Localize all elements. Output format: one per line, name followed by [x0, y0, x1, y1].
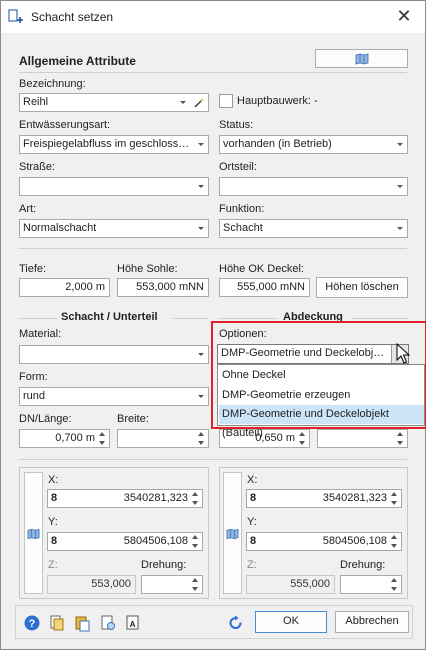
document-view-icon[interactable] [99, 614, 117, 632]
separator [19, 318, 57, 319]
spinner-icon[interactable] [391, 578, 398, 591]
paste-icon[interactable] [73, 614, 91, 632]
drehung-field-left[interactable] [141, 575, 203, 594]
map-icon [226, 528, 239, 540]
art-label: Art: [19, 203, 37, 215]
tiefe-field[interactable]: 2,000 m [19, 278, 110, 297]
form-combo[interactable]: rund [19, 387, 209, 406]
ok-button[interactable]: OK [255, 611, 327, 633]
status-label: Status: [219, 119, 254, 131]
dn-laenge-field[interactable]: 0,700 m [19, 429, 110, 448]
x-field-left[interactable]: 8 3540281,323 [47, 489, 203, 508]
x-field-right[interactable]: 8 3540281,323 [246, 489, 402, 508]
reset-icon[interactable] [227, 614, 245, 632]
help-icon[interactable]: ? [23, 614, 41, 632]
funktion-combo[interactable]: Schacht [219, 219, 408, 238]
chevron-down-icon[interactable] [198, 143, 204, 146]
close-icon[interactable]: ✕ [393, 5, 415, 27]
svg-text:?: ? [29, 618, 36, 630]
spinner-icon[interactable] [99, 432, 106, 445]
breite-field[interactable] [117, 429, 209, 448]
chevron-down-icon[interactable] [397, 143, 403, 146]
coordinate-pick-button-right[interactable] [223, 472, 242, 594]
spinner-icon[interactable] [391, 492, 398, 505]
z-label-right: Z: [247, 559, 257, 571]
drehung-field-right[interactable] [340, 575, 402, 594]
y-field-left[interactable]: 8 5804506,108 [47, 532, 203, 551]
hoehe-deckel-label: Höhe OK Deckel: [219, 263, 304, 275]
hoehen-loeschen-button[interactable]: Höhen löschen [316, 277, 408, 298]
separator [19, 72, 407, 73]
hauptbauwerk-checkbox[interactable] [219, 94, 233, 108]
copy-icon[interactable] [48, 614, 66, 632]
spinner-icon[interactable] [299, 432, 306, 445]
y-label-right: Y: [247, 516, 257, 528]
coordinate-pick-button-left[interactable] [24, 472, 43, 594]
hoehe-sohle-label: Höhe Sohle: [117, 263, 178, 275]
material-combo[interactable] [19, 345, 209, 364]
art-combo[interactable]: Normalschacht [19, 219, 209, 238]
chevron-down-icon[interactable] [180, 101, 186, 104]
bezeichnung-label: Bezeichnung: [19, 78, 86, 90]
ortsteil-label: Ortsteil: [219, 161, 257, 173]
separator [351, 318, 408, 319]
spinner-icon[interactable] [397, 432, 404, 445]
chevron-down-icon[interactable] [198, 353, 204, 356]
entwaesserungsart-combo[interactable]: Freispiegelabfluss im geschlosse... [19, 135, 209, 154]
chevron-down-icon[interactable] [397, 227, 403, 230]
cancel-button[interactable]: Abbrechen [335, 611, 409, 633]
bezeichnung-combo[interactable]: Reihl [19, 93, 209, 112]
app-icon [8, 9, 23, 23]
separator [19, 248, 407, 249]
drehung-label-right: Drehung: [340, 559, 386, 571]
entwaesserungsart-label: Entwässerungsart: [19, 119, 111, 131]
z-label-left: Z: [48, 559, 58, 571]
chevron-down-icon[interactable] [397, 185, 403, 188]
title-bar: Schacht setzen ✕ [1, 1, 425, 33]
abdeckung-breite-field[interactable] [317, 429, 408, 448]
dn-laenge-label: DN/Länge: [19, 413, 72, 425]
map-icon [355, 53, 368, 65]
y-field-right[interactable]: 8 5804506,108 [246, 532, 402, 551]
y-label-left: Y: [48, 516, 58, 528]
hauptbauwerk-label: Hauptbauwerk: - [237, 95, 318, 107]
chevron-down-icon[interactable] [198, 227, 204, 230]
drehung-label-left: Drehung: [141, 559, 187, 571]
z-field-right: 555,000 [246, 575, 335, 594]
map-icon [27, 528, 40, 540]
strasse-label: Straße: [19, 161, 56, 173]
section-title-general: Allgemeine Attribute [19, 54, 136, 68]
tiefe-label: Tiefe: [19, 263, 47, 275]
ortsteil-combo[interactable] [219, 177, 408, 196]
form-label: Form: [19, 371, 48, 383]
hoehe-deckel-field[interactable]: 555,000 mNN [219, 278, 310, 297]
funktion-label: Funktion: [219, 203, 265, 215]
dialog-window: Schacht setzen ✕ Allgemeine Attribute Be… [0, 0, 426, 650]
spinner-icon[interactable] [391, 535, 398, 548]
section-title-schacht: Schacht / Unterteil [61, 311, 158, 323]
hoehe-sohle-field[interactable]: 553,000 mNN [117, 278, 209, 297]
template-icon[interactable]: A [124, 614, 142, 632]
strasse-combo[interactable] [19, 177, 209, 196]
spinner-icon[interactable] [192, 492, 199, 505]
spinner-icon[interactable] [192, 535, 199, 548]
chevron-down-icon[interactable] [198, 185, 204, 188]
spinner-icon[interactable] [198, 432, 205, 445]
wand-icon[interactable] [194, 97, 205, 108]
x-label-left: X: [48, 474, 59, 486]
highlight-outline [211, 321, 426, 429]
x-label-right: X: [247, 474, 258, 486]
chevron-down-icon[interactable] [198, 395, 204, 398]
map-pick-button[interactable] [315, 49, 408, 68]
separator [19, 459, 407, 460]
z-field-left: 553,000 [47, 575, 136, 594]
material-label: Material: [19, 328, 62, 340]
breite-label: Breite: [117, 413, 149, 425]
separator [219, 318, 277, 319]
svg-text:A: A [130, 620, 136, 629]
spinner-icon[interactable] [192, 578, 199, 591]
status-combo[interactable]: vorhanden (in Betrieb) [219, 135, 408, 154]
window-title: Schacht setzen [31, 10, 114, 24]
separator [173, 318, 209, 319]
